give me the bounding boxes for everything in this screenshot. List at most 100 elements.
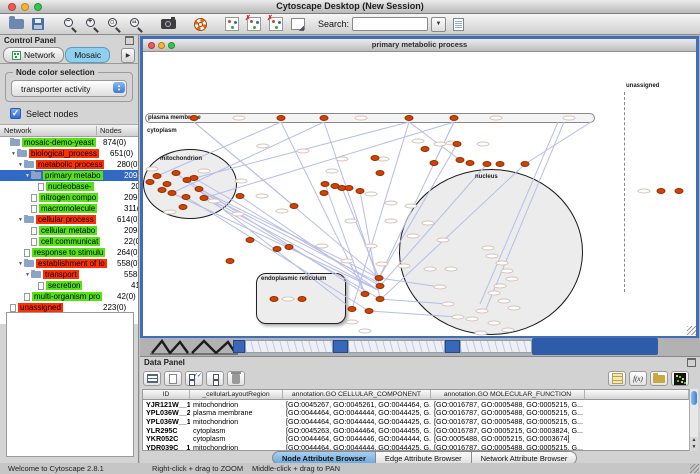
tree-col-network[interactable]: Network [0,126,97,135]
network-node[interactable] [172,170,181,176]
delete-attribute-button[interactable] [227,371,245,386]
network-node[interactable] [195,186,204,192]
tree-row[interactable]: cell communicat22(0) [0,236,138,247]
network-node[interactable] [146,179,155,185]
scrollbar-thumb[interactable] [691,391,697,405]
network-node[interactable] [466,160,475,166]
tab-scroll-right-button[interactable]: ▶ [121,48,135,63]
network-node[interactable] [453,141,462,147]
network-node[interactable] [226,258,235,264]
network-window[interactable]: primary metabolic process plasma membran… [140,36,699,338]
network-node[interactable] [356,188,365,194]
view-resize-grip[interactable] [687,326,696,335]
expander-icon[interactable]: ▼ [10,151,17,157]
network-node[interactable] [277,115,286,121]
network-node[interactable] [158,187,167,193]
create-view-button[interactable] [222,16,242,33]
tree-row[interactable]: ▼biological_process651(0) [0,148,138,159]
annotation-button[interactable] [288,16,308,33]
background-window[interactable] [233,340,245,353]
snapshot-button[interactable] [158,16,178,33]
table-row[interactable]: YDR039C__1mitochondrion[GO:0044464, GO:0… [143,443,689,451]
network-canvas[interactable]: plasma membrane cytoplasm mitochondrion … [143,52,696,336]
search-input[interactable] [352,17,428,31]
network-node[interactable] [657,188,666,194]
save-session-button[interactable] [28,16,48,33]
float-panel-icon[interactable] [125,36,134,45]
table-column-header[interactable]: annotation.GO CELLULAR_COMPONENT [283,390,431,400]
tab-network[interactable]: Network [3,47,64,63]
select-attributes-button[interactable] [185,371,203,386]
network-node[interactable] [190,115,199,121]
table-scrollbar[interactable]: ▲▼ [689,389,698,451]
window-titlebar[interactable]: Cytoscape Desktop (New Session) [0,0,700,14]
tree-col-nodes[interactable]: Nodes [97,126,138,135]
tree-row[interactable]: ▼metabolic process280(0) [0,159,138,170]
network-node[interactable] [361,291,370,297]
network-node[interactable] [450,115,459,121]
window-resize-grip[interactable] [690,464,699,473]
destroy-view-button[interactable]: ✗ [244,16,264,33]
network-node[interactable] [163,181,172,187]
network-node[interactable] [456,157,465,163]
select-nodes-checkbox[interactable]: ✓ [10,108,21,119]
network-window-titlebar[interactable]: primary metabolic process [143,39,696,52]
open-session-button[interactable] [6,16,26,33]
network-node[interactable] [200,195,209,201]
zoom-fit-button[interactable]: 1:1 [126,16,146,33]
table-row[interactable]: YJR121W__1mitochondrion[GO:0045267, GO:0… [143,400,689,409]
tree-row[interactable]: ▼primary metabo209(... [0,170,138,181]
float-panel-icon[interactable] [687,358,696,367]
network-node[interactable] [496,161,505,167]
node-color-dropdown[interactable]: transporter activity ▲▼ [11,80,127,97]
expander-icon[interactable]: ▼ [17,162,24,168]
tab-mosaic[interactable]: Mosaic [65,47,110,63]
formula-button[interactable]: f(x) [629,371,647,386]
zoom-in-button[interactable]: + [82,16,102,33]
network-node[interactable] [405,115,414,121]
birds-eye-view[interactable] [6,312,134,457]
network-node[interactable] [375,275,384,281]
expander-icon[interactable]: ▼ [17,217,24,223]
network-node[interactable] [153,173,162,179]
network-node[interactable] [320,115,329,121]
network-node[interactable] [182,194,191,200]
tree-row[interactable]: multi-organism pro42(0) [0,291,138,302]
tree-row[interactable]: ▼establishment of lo558(0) [0,258,138,269]
expander-icon[interactable]: ▼ [17,261,24,267]
network-node[interactable] [298,296,307,302]
network-node[interactable] [365,308,374,314]
table-column-header[interactable]: ID [143,390,190,400]
table-row[interactable]: YPL036W__1mitochondrion[GO:0044464, GO:0… [143,417,689,426]
tree-row[interactable]: nitrogen compo209(0) [0,192,138,203]
background-window[interactable] [348,340,445,353]
network-node[interactable] [348,306,357,312]
scrollbar-arrows[interactable]: ▲▼ [690,437,698,451]
network-node[interactable] [320,190,329,196]
background-window[interactable] [333,340,348,353]
network-node[interactable] [376,170,385,176]
network-node[interactable] [285,244,294,250]
attribute-batch-button[interactable] [608,371,626,386]
network-node[interactable] [371,155,380,161]
network-node[interactable] [273,246,282,252]
network-node[interactable] [483,161,492,167]
network-node[interactable] [421,146,430,152]
expander-icon[interactable]: ▼ [24,272,31,278]
network-node[interactable] [430,160,439,166]
network-node[interactable] [376,296,385,302]
destroy-network-button[interactable]: ✗ [266,16,286,33]
network-node[interactable] [290,203,299,209]
matrix-button[interactable] [671,371,689,386]
network-node[interactable] [376,283,385,289]
tree-row[interactable]: cellular metabo209(0) [0,225,138,236]
network-node[interactable] [345,185,354,191]
create-attribute-button[interactable] [164,371,182,386]
zoom-selected-button[interactable]: ▢ [104,16,124,33]
table-row[interactable]: YPL036W__2plasma membrane[GO:0044464, GO… [143,409,689,418]
network-node[interactable] [190,175,199,181]
table-row[interactable]: YLR295Ccytoplasm[GO:0045263, GO:0044464,… [143,426,689,435]
tree-row[interactable]: nucleobase-209(0) [0,181,138,192]
network-node[interactable] [270,296,279,302]
network-node[interactable] [236,193,245,199]
